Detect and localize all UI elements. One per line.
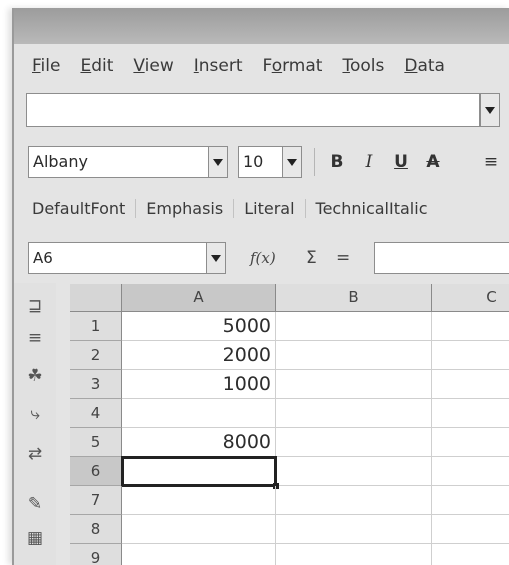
row-header-9[interactable]: 9 <box>70 544 122 565</box>
cell-c8[interactable] <box>432 515 509 544</box>
name-box[interactable]: A6 <box>28 242 226 274</box>
insert-rows-icon[interactable]: ≡ <box>22 327 48 349</box>
cell-c7[interactable] <box>432 486 509 515</box>
cell-a7[interactable] <box>122 486 276 515</box>
column-header-a[interactable]: A <box>122 284 276 312</box>
insert-cells-icon[interactable]: ⊒ <box>22 295 48 317</box>
sum-icon[interactable]: Σ <box>306 242 317 274</box>
row-header-8[interactable]: 8 <box>70 515 122 544</box>
cell-c6[interactable] <box>432 457 509 486</box>
spreadsheet-grid[interactable]: A B C 1 5000 2 2000 3 1000 4 5 8000 6 7 8 9 <box>70 284 509 565</box>
cell-a3[interactable]: 1000 <box>122 370 276 399</box>
formatting-toolbar: Albany 10 B I U A ≡ <box>14 142 509 182</box>
navigator-icon[interactable]: ☘ <box>22 365 48 387</box>
chevron-down-icon <box>213 158 223 166</box>
cell-c2[interactable] <box>432 341 509 370</box>
cell-b6[interactable] <box>276 457 432 486</box>
cell-b9[interactable] <box>276 544 432 565</box>
menu-view[interactable]: View <box>123 56 183 76</box>
font-size-dropdown[interactable] <box>282 146 302 178</box>
cell-c9[interactable] <box>432 544 509 565</box>
cell-a1[interactable]: 5000 <box>122 312 276 341</box>
menu-data[interactable]: Data <box>394 56 455 76</box>
row-header-2[interactable]: 2 <box>70 341 122 370</box>
cell-a9[interactable] <box>122 544 276 565</box>
row-header-3[interactable]: 3 <box>70 370 122 399</box>
italic-button[interactable]: I <box>354 146 384 178</box>
name-box-dropdown[interactable] <box>206 242 226 274</box>
chart-icon[interactable]: ▦ <box>22 527 48 549</box>
style-item[interactable]: Emphasis <box>136 198 235 218</box>
chevron-down-icon <box>211 254 221 262</box>
font-name-dropdown[interactable] <box>208 146 228 178</box>
column-header-b[interactable]: B <box>276 284 432 312</box>
styles-toolbar: DefaultFont Emphasis Literal TechnicalItali… <box>14 188 509 228</box>
row-header-5[interactable]: 5 <box>70 428 122 457</box>
cell-c5[interactable] <box>432 428 509 457</box>
row-header-4[interactable]: 4 <box>70 399 122 428</box>
cell-a4[interactable] <box>122 399 276 428</box>
cell-c1[interactable] <box>432 312 509 341</box>
font-name-box[interactable]: Albany <box>28 146 228 178</box>
menu-edit[interactable]: Edit <box>70 56 123 76</box>
chevron-down-icon <box>485 106 495 114</box>
style-item[interactable]: TechnicalItalic <box>306 199 438 218</box>
formula-input[interactable] <box>374 242 509 274</box>
row-header-6[interactable]: 6 <box>70 457 122 486</box>
url-input[interactable] <box>26 93 480 127</box>
cell-b7[interactable] <box>276 486 432 515</box>
cell-b2[interactable] <box>276 341 432 370</box>
menu-bar: File Edit View Insert Format Tools Data <box>14 44 509 88</box>
row-header-1[interactable]: 1 <box>70 312 122 341</box>
bold-button[interactable]: B <box>322 146 352 178</box>
cell-c4[interactable] <box>432 399 509 428</box>
align-left-button[interactable]: ≡ <box>476 146 506 178</box>
chevron-down-icon <box>287 158 297 166</box>
cell-b4[interactable] <box>276 399 432 428</box>
menu-tools[interactable]: Tools <box>332 56 394 76</box>
style-item[interactable]: Literal <box>234 198 306 218</box>
menu-format[interactable]: Format <box>253 56 333 76</box>
cell-b3[interactable] <box>276 370 432 399</box>
cell-b5[interactable] <box>276 428 432 457</box>
title-bar[interactable] <box>14 8 509 44</box>
cell-a2[interactable]: 2000 <box>122 341 276 370</box>
calc-window: File Edit View Insert Format Tools Data Albany… <box>12 8 509 565</box>
cell-c3[interactable] <box>432 370 509 399</box>
cell-a8[interactable] <box>122 515 276 544</box>
url-bar <box>26 93 500 129</box>
formula-bar: A6 f(x) Σ = <box>14 236 509 280</box>
row-header-7[interactable]: 7 <box>70 486 122 515</box>
cell-b1[interactable] <box>276 312 432 341</box>
cell-a6[interactable] <box>122 457 276 486</box>
function-wizard-icon[interactable]: f(x) <box>250 242 276 274</box>
hyperlink-icon[interactable]: ⤷ <box>22 403 48 425</box>
menu-insert[interactable]: Insert <box>184 56 253 76</box>
equals-icon[interactable]: = <box>336 242 350 274</box>
cell-b8[interactable] <box>276 515 432 544</box>
clear-format-button[interactable]: A <box>418 146 448 178</box>
cell-a5[interactable]: 8000 <box>122 428 276 457</box>
draw-icon[interactable]: ✎ <box>22 493 48 515</box>
menu-file[interactable]: File <box>14 56 70 76</box>
side-toolbar: ⊒ ≡ ☘ ⤷ ⇄ ✎ ▦ <box>14 283 56 565</box>
column-header-c[interactable]: C <box>432 284 509 312</box>
select-all-corner[interactable] <box>70 284 122 312</box>
underline-button[interactable]: U <box>386 146 416 178</box>
insert-object-icon[interactable]: ⇄ <box>22 443 48 465</box>
style-item[interactable]: DefaultFont <box>14 198 137 218</box>
toolbar-separator <box>314 148 315 176</box>
url-dropdown-button[interactable] <box>480 93 500 127</box>
